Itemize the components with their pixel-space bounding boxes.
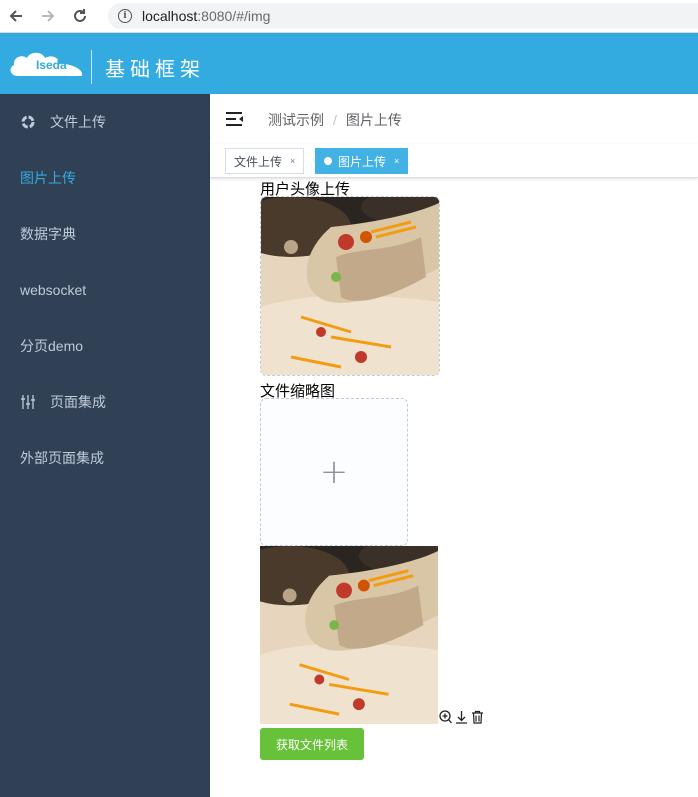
forward-arrow-icon[interactable] [32,0,64,33]
reload-icon[interactable] [64,0,96,33]
active-dot-icon [324,157,332,165]
url-host: localhost [142,8,198,24]
sidebar-item-data-dictionary[interactable]: 数据字典 [0,206,210,262]
sidebar-item-page-integration[interactable]: 页面集成 [0,374,210,430]
thumbnail-image[interactable] [260,546,438,724]
sidebar-item-image-upload[interactable]: 图片上传 [0,150,210,206]
sidebar: 文件上传 图片上传 数据字典 websocket 分页demo 页面集成 外部页… [0,94,210,797]
app-header: Iseda 基础框架 [0,33,698,94]
tag-label: 图片上传 [338,154,387,169]
download-icon[interactable] [455,710,468,724]
url-path: :8080/#/img [197,8,271,24]
address-bar[interactable]: i localhost:8080/#/img [108,3,698,29]
info-icon[interactable]: i [118,9,132,23]
sidebar-item-label: 数据字典 [20,226,76,242]
breadcrumb: 测试示例 / 图片上传 [268,110,402,130]
sidebar-item-file-upload[interactable]: 文件上传 [0,94,210,150]
sidebar-item-label: 页面集成 [50,394,106,410]
close-icon[interactable]: × [394,156,399,166]
logo-text: Iseda [36,58,67,72]
delete-icon[interactable] [471,710,484,724]
zoom-in-icon[interactable] [439,710,452,724]
sliders-icon [20,394,36,410]
tag-label: 文件上传 [234,154,283,169]
plus-icon: + [319,452,349,492]
tag-file-upload[interactable]: 文件上传 × [225,148,305,174]
gear-icon [20,115,36,129]
sidebar-item-label: 分页demo [20,338,84,354]
back-arrow-icon[interactable] [0,0,32,33]
thumbnail-uploader[interactable]: + [260,398,408,546]
sidebar-item-label: 文件上传 [50,114,106,130]
logo-divider [91,50,92,84]
tag-image-upload[interactable]: 图片上传 × [315,148,409,174]
avatar-image[interactable] [260,196,440,376]
top-navbar: 测试示例 / 图片上传 [210,94,698,144]
menu-fold-icon[interactable] [226,111,244,127]
breadcrumb-item-current: 图片上传 [345,112,402,128]
sidebar-item-external-page-integration[interactable]: 外部页面集成 [0,430,210,486]
breadcrumb-item-parent[interactable]: 测试示例 [268,110,324,130]
sidebar-item-label: 图片上传 [20,170,76,186]
sidebar-item-pagination-demo[interactable]: 分页demo [0,318,210,374]
browser-toolbar: i localhost:8080/#/img [0,0,698,33]
file-actions [439,710,484,724]
iseda-logo: Iseda [8,48,84,80]
app-title: 基础框架 [105,57,205,81]
close-icon[interactable]: × [290,156,295,166]
breadcrumb-separator: / [333,112,337,128]
sidebar-item-websocket[interactable]: websocket [0,262,210,318]
sidebar-item-label: 外部页面集成 [20,450,104,466]
sidebar-item-label: websocket [20,282,87,298]
get-file-list-button[interactable]: 获取文件列表 [260,728,364,760]
tags-view: 文件上传 × 图片上传 × [210,144,698,178]
